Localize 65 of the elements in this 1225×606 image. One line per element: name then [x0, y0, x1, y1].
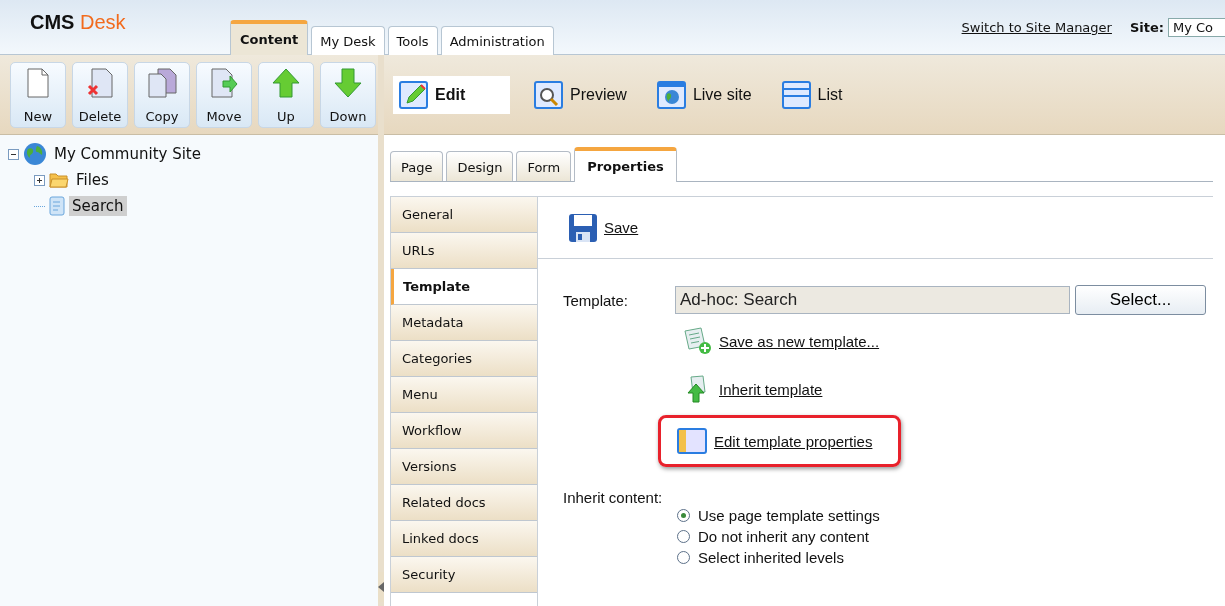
save-link[interactable]: Save [568, 212, 639, 243]
view-button[interactable]: Preview [528, 75, 633, 114]
side-tab[interactable]: Menu [391, 377, 537, 413]
main-tab[interactable]: Content [230, 20, 309, 55]
side-tab[interactable]: Security [391, 557, 537, 593]
template-field[interactable]: Ad-hoc: Search [675, 286, 1070, 314]
page-tab[interactable]: Form [516, 151, 572, 181]
action-button[interactable]: Copy [134, 61, 190, 128]
folder-icon [49, 171, 69, 189]
globe-window-icon [656, 79, 687, 110]
radio-option[interactable]: Select inherited levels [677, 549, 880, 566]
page-icon [49, 196, 65, 216]
pencil-icon [399, 79, 429, 110]
template-action-link[interactable]: Save as new template... [681, 327, 880, 355]
panel-collapse-handle[interactable] [378, 572, 384, 602]
document-arrow-icon [209, 67, 239, 98]
side-tab[interactable]: Versions [391, 449, 537, 485]
list-window-icon [781, 79, 812, 110]
site-dropdown[interactable]: My Co [1168, 18, 1225, 37]
template-label: Template: [563, 291, 630, 309]
view-button[interactable]: Edit [393, 75, 510, 114]
radio-option[interactable]: Do not inherit any content [677, 528, 880, 545]
main-tab[interactable]: Tools [387, 26, 438, 55]
action-button[interactable]: Delete [72, 61, 128, 128]
globe-icon [23, 142, 47, 166]
document-icon [25, 67, 51, 98]
template-action-link[interactable]: Edit template properties [676, 427, 873, 455]
select-button[interactable]: Select... [1075, 285, 1206, 315]
side-tab[interactable]: Categories [391, 341, 537, 377]
document-add-icon [681, 327, 713, 355]
arrow-up-icon [272, 67, 300, 98]
side-tab[interactable]: Metadata [391, 305, 537, 341]
expand-toggle-icon[interactable] [34, 174, 45, 186]
side-tab[interactable]: Template [391, 269, 537, 305]
copy-icon [147, 67, 177, 98]
app-logo: CMS Desk [30, 10, 127, 34]
side-tab[interactable]: Linked docs [391, 521, 537, 557]
document-delete-icon [87, 67, 113, 98]
action-button[interactable]: Up [258, 61, 314, 128]
view-button[interactable]: List [775, 75, 849, 114]
tree-item[interactable]: My Community Site [51, 144, 204, 164]
radio-option[interactable]: Use page template settings [677, 507, 880, 524]
arrow-down-icon [334, 67, 362, 98]
page-tab[interactable]: Page [390, 151, 444, 181]
window-panel-icon [676, 427, 708, 455]
template-action-link[interactable]: Inherit template [681, 375, 823, 403]
tree-item[interactable]: Search [69, 196, 127, 216]
side-tab[interactable]: Related docs [391, 485, 537, 521]
switch-link[interactable]: Switch to Site Manager [961, 20, 1112, 35]
side-tab[interactable]: General [391, 197, 537, 233]
collapse-toggle-icon[interactable] [8, 148, 19, 160]
action-button[interactable]: Down [320, 61, 376, 128]
page-tab[interactable]: Properties [574, 147, 677, 182]
main-tab[interactable]: Administration [440, 26, 554, 55]
inherit-label: Inherit content: [563, 489, 664, 508]
main-tab[interactable]: My Desk [311, 26, 385, 55]
view-button[interactable]: Live site [650, 75, 758, 114]
tree-item[interactable]: Files [73, 170, 112, 190]
action-button[interactable]: Move [196, 61, 252, 128]
side-tab[interactable]: URLs [391, 233, 537, 269]
action-button[interactable]: New [10, 61, 66, 128]
page-tab[interactable]: Design [446, 151, 514, 181]
side-tab[interactable]: Workflow [391, 413, 537, 449]
magnifier-icon [534, 79, 564, 110]
site-label: Site: [1129, 20, 1164, 35]
